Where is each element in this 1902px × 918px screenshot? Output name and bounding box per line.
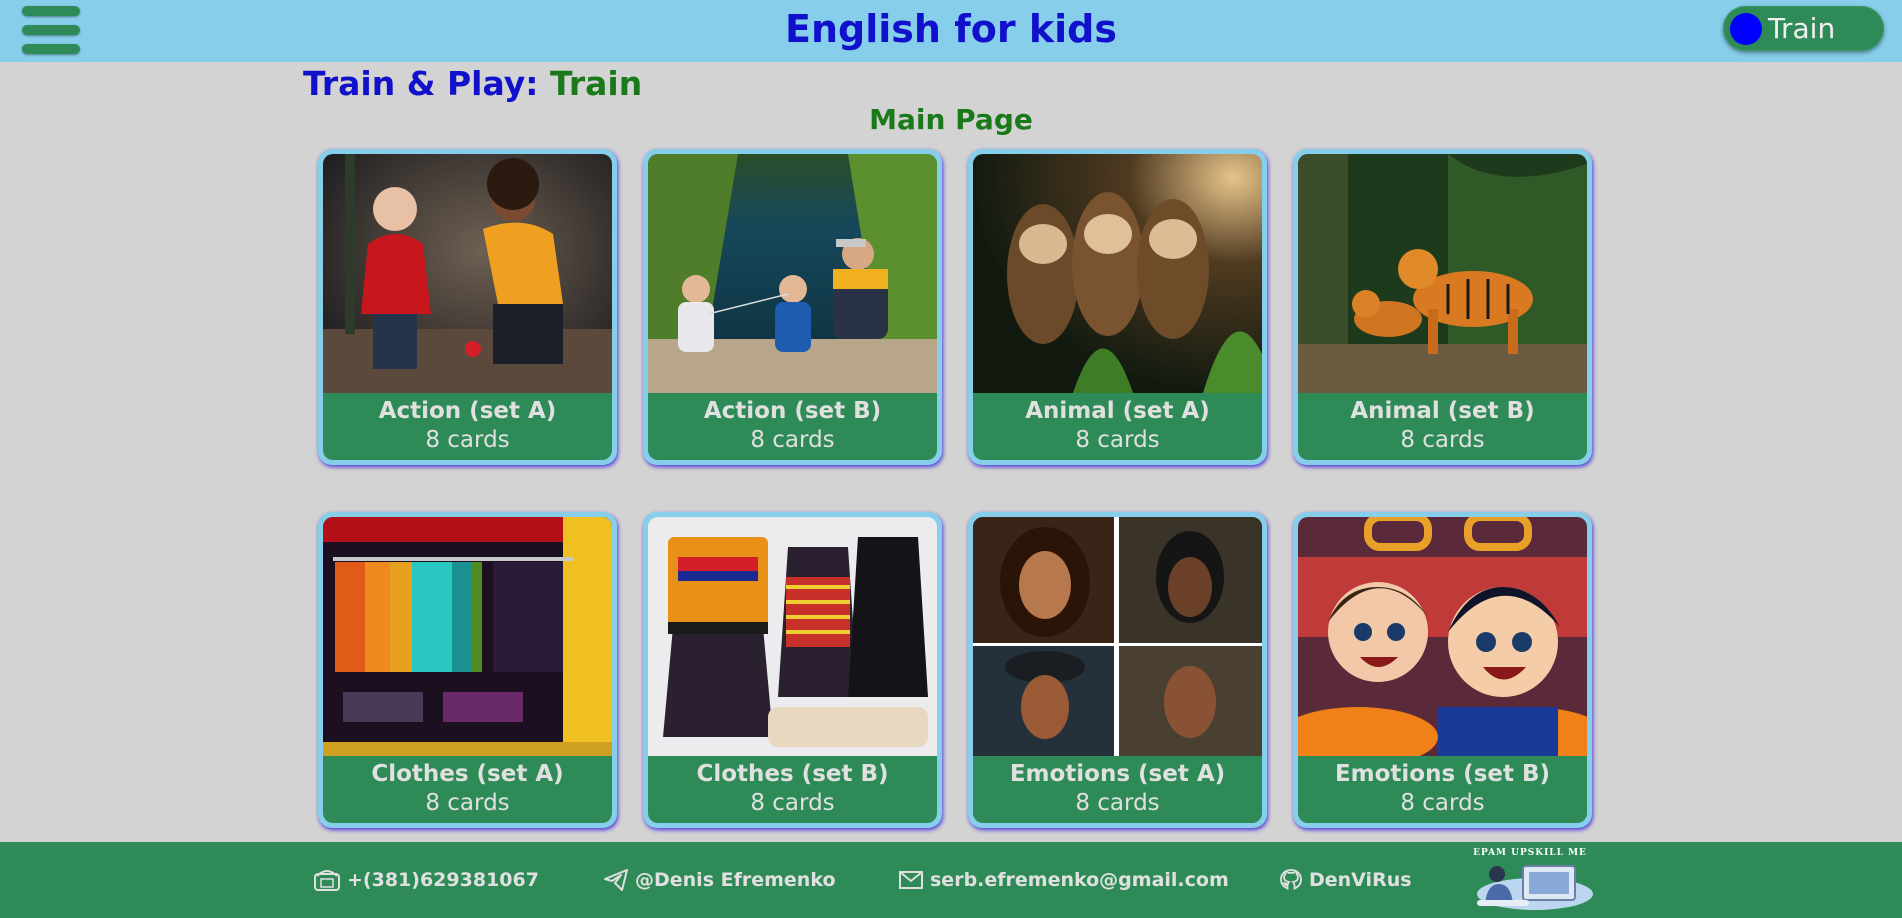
card-count: 8 cards <box>750 427 835 453</box>
category-card-action-b[interactable]: Action (set B) 8 cards <box>643 149 942 465</box>
telegram-icon <box>604 869 628 891</box>
card-info: Clothes (set B) 8 cards <box>648 756 937 823</box>
mode-heading-label: Train & Play: <box>303 64 539 103</box>
card-info: Animal (set A) 8 cards <box>973 393 1262 460</box>
card-count: 8 cards <box>750 790 835 816</box>
footer-telegram: @Denis Efremenko <box>635 869 836 891</box>
footer-phone-link[interactable]: +(381)629381067 <box>313 842 539 918</box>
footer-email-link[interactable]: serb.efremenko@gmail.com <box>898 842 1229 918</box>
card-info: Action (set B) 8 cards <box>648 393 937 460</box>
card-count: 8 cards <box>425 427 510 453</box>
card-count: 8 cards <box>1075 790 1160 816</box>
card-image <box>648 154 937 393</box>
card-image <box>973 517 1262 756</box>
github-icon <box>1280 869 1302 890</box>
header-bar: English for kids Train <box>0 0 1902 62</box>
page-title: Main Page <box>869 103 1033 136</box>
card-title: Animal (set A) <box>1025 398 1210 424</box>
card-count: 8 cards <box>425 790 510 816</box>
footer-github: DenViRus <box>1309 869 1412 891</box>
card-info: Animal (set B) 8 cards <box>1298 393 1587 460</box>
card-count: 8 cards <box>1400 790 1485 816</box>
card-title: Action (set A) <box>378 398 557 424</box>
category-card-animal-a[interactable]: Animal (set A) 8 cards <box>968 149 1267 465</box>
footer-telegram-link[interactable]: @Denis Efremenko <box>603 842 836 918</box>
card-image <box>323 517 612 756</box>
card-image <box>1298 154 1587 393</box>
card-count: 8 cards <box>1075 427 1160 453</box>
toggle-knob <box>1730 13 1762 45</box>
mode-heading-value: Train <box>549 64 643 103</box>
card-image <box>1298 517 1587 756</box>
footer-github-link[interactable]: DenViRus <box>1279 842 1412 918</box>
card-title: Clothes (set B) <box>696 761 889 787</box>
train-play-toggle[interactable]: Train <box>1723 6 1884 51</box>
menu-icon[interactable] <box>22 6 80 54</box>
category-card-emotions-a[interactable]: Emotions (set A) 8 cards <box>968 512 1267 828</box>
category-card-clothes-a[interactable]: Clothes (set A) 8 cards <box>318 512 617 828</box>
card-info: Emotions (set A) 8 cards <box>973 756 1262 823</box>
category-card-clothes-b[interactable]: Clothes (set B) 8 cards <box>643 512 942 828</box>
card-title: Action (set B) <box>703 398 882 424</box>
footer: +(381)629381067 @Denis Efremenko serb.ef… <box>0 842 1902 918</box>
card-title: Emotions (set B) <box>1334 761 1551 787</box>
app-title: English for kids <box>785 7 1117 51</box>
card-info: Clothes (set A) 8 cards <box>323 756 612 823</box>
epam-logo-text: EPAM UPSKILL ME <box>1473 848 1587 858</box>
card-image <box>973 154 1262 393</box>
card-image <box>648 517 937 756</box>
card-title: Clothes (set A) <box>371 761 564 787</box>
category-card-emotions-b[interactable]: Emotions (set B) 8 cards <box>1293 512 1592 828</box>
footer-email: serb.efremenko@gmail.com <box>930 869 1229 891</box>
category-card-action-a[interactable]: Action (set A) 8 cards <box>318 149 617 465</box>
category-card-animal-b[interactable]: Animal (set B) 8 cards <box>1293 149 1592 465</box>
epam-upskill-logo[interactable]: EPAM UPSKILL ME <box>1465 848 1595 914</box>
card-count: 8 cards <box>1400 427 1485 453</box>
footer-phone: +(381)629381067 <box>347 869 539 891</box>
card-title: Emotions (set A) <box>1009 761 1226 787</box>
card-info: Action (set A) 8 cards <box>323 393 612 460</box>
toggle-label: Train <box>1768 12 1836 45</box>
card-title: Animal (set B) <box>1350 398 1535 424</box>
phone-icon <box>314 870 340 891</box>
mode-heading: Train & Play: Train <box>303 62 642 106</box>
card-info: Emotions (set B) 8 cards <box>1298 756 1587 823</box>
card-image <box>323 154 612 393</box>
mail-icon <box>899 871 923 889</box>
